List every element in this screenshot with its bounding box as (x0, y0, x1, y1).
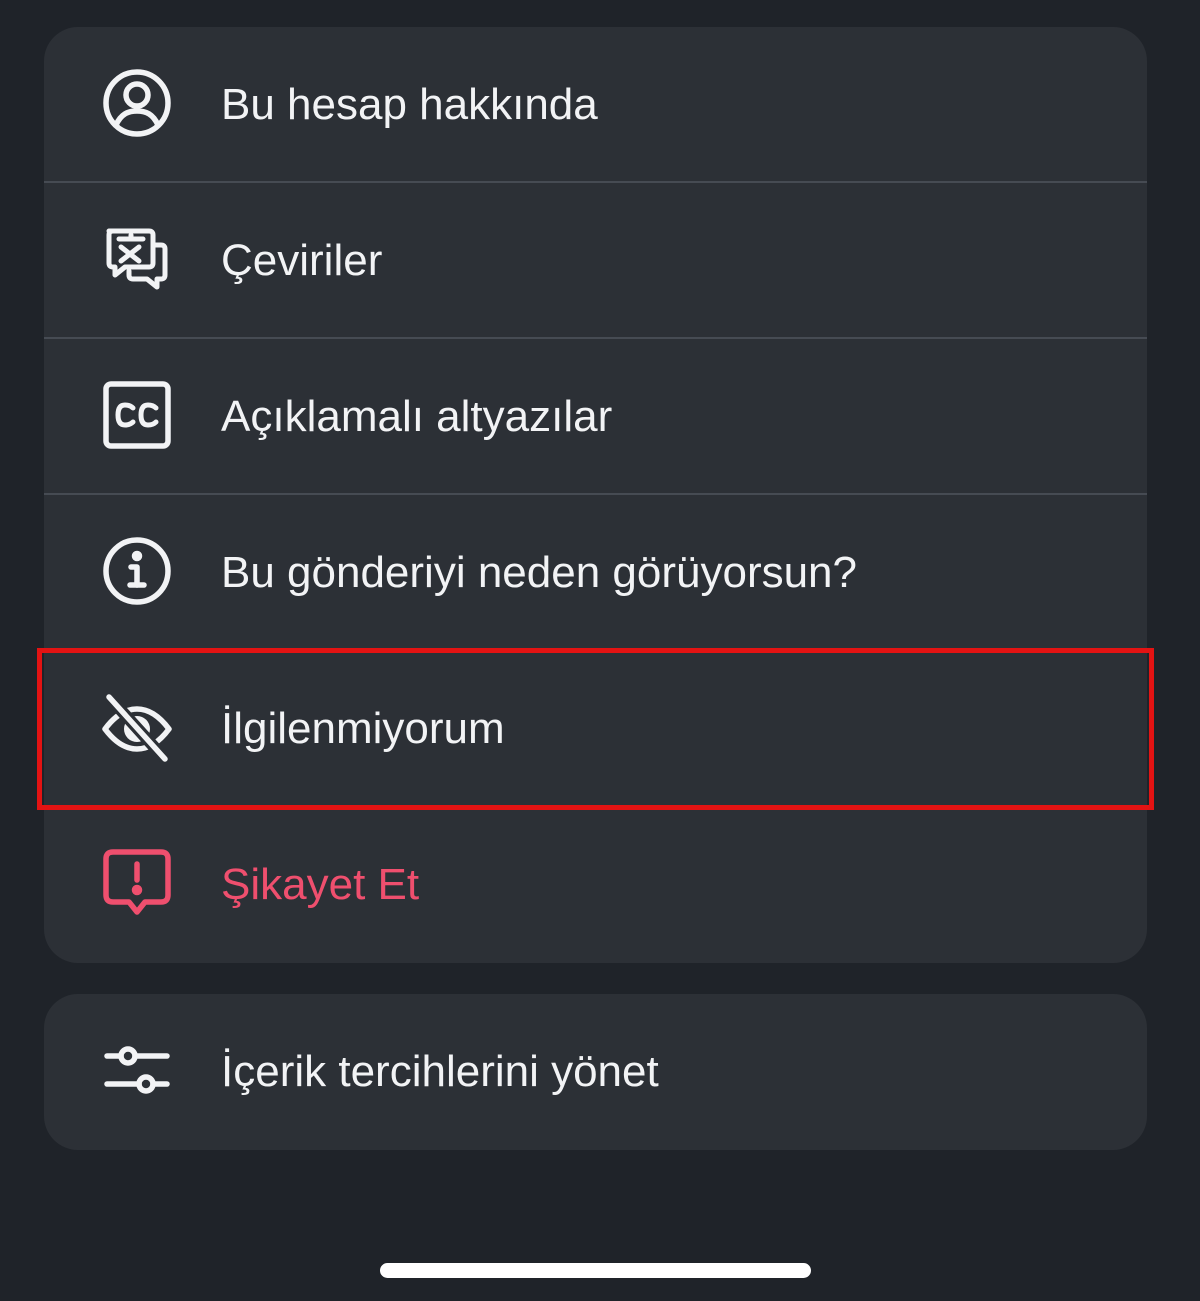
menu-item-label: Şikayet Et (221, 860, 420, 909)
preferences-card: İçerik tercihlerini yönet (44, 994, 1147, 1150)
menu-item-about-account[interactable]: Bu hesap hakkında (44, 27, 1147, 183)
options-menu-card: Bu hesap hakkında Çeviriler Açıklamalı a… (44, 27, 1147, 963)
menu-item-label: İçerik tercihlerini yönet (221, 1047, 659, 1096)
report-icon (101, 847, 173, 919)
menu-item-manage-content-preferences[interactable]: İçerik tercihlerini yönet (44, 994, 1147, 1150)
menu-item-label: Çeviriler (221, 236, 383, 285)
menu-item-label: İlgilenmiyorum (221, 704, 505, 753)
menu-item-closed-captions[interactable]: Açıklamalı altyazılar (44, 339, 1147, 495)
translate-icon (101, 223, 173, 295)
menu-item-translations[interactable]: Çeviriler (44, 183, 1147, 339)
info-icon (101, 535, 173, 607)
menu-item-not-interested[interactable]: İlgilenmiyorum (44, 651, 1147, 807)
menu-item-why-seeing-post[interactable]: Bu gönderiyi neden görüyorsun? (44, 495, 1147, 651)
closed-captions-icon (101, 379, 173, 451)
menu-item-label: Bu gönderiyi neden görüyorsun? (221, 548, 858, 597)
home-indicator[interactable] (380, 1263, 811, 1278)
menu-item-report[interactable]: Şikayet Et (44, 807, 1147, 963)
menu-item-label: Bu hesap hakkında (221, 80, 598, 129)
eye-off-icon (101, 691, 173, 763)
account-circle-icon (101, 67, 173, 139)
sliders-icon (101, 1034, 173, 1106)
menu-item-label: Açıklamalı altyazılar (221, 392, 613, 441)
